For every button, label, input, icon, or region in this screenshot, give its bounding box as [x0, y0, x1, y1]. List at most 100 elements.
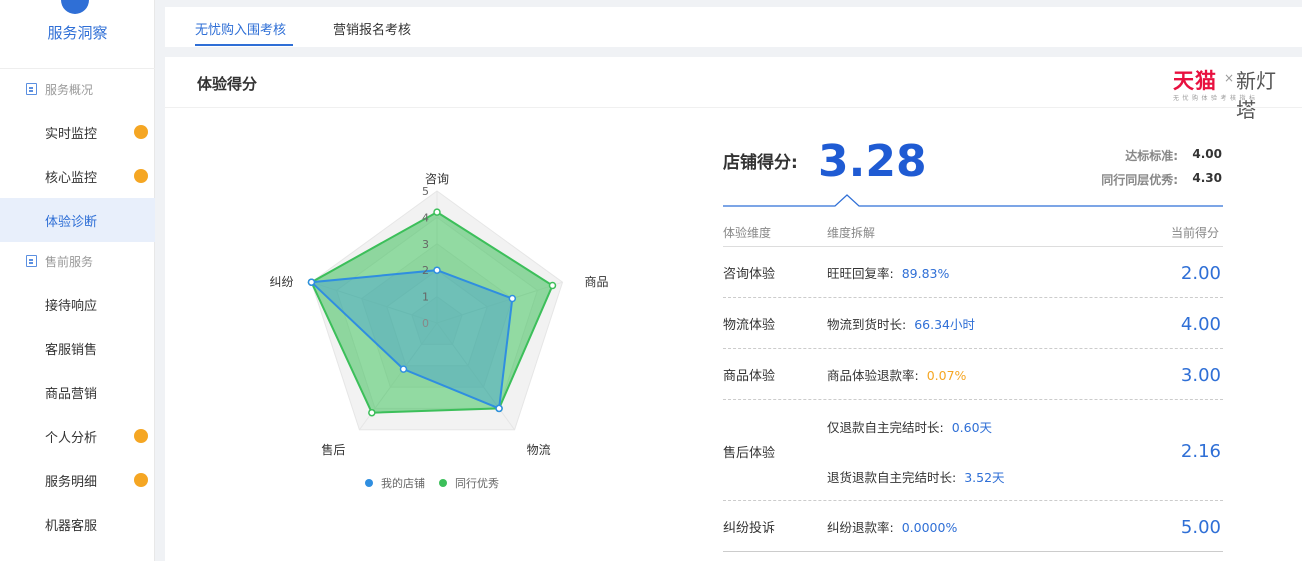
column-header-breakdown: 维度拆解: [827, 226, 876, 240]
sidebar-item-product-marketing[interactable]: 商品营销: [0, 370, 155, 414]
divider: [0, 68, 155, 69]
panel-title: 体验得分: [197, 75, 258, 93]
notification-dot-icon: [134, 429, 148, 443]
radar-tick-label: 4: [422, 211, 429, 224]
table-row: 纠纷投诉 纠纷退款率: 0.0000% 5.00: [723, 501, 1223, 552]
row-dimension: 纠纷投诉: [723, 521, 776, 536]
radar-tick-label: 3: [422, 238, 429, 251]
notification-dot-icon: [134, 473, 148, 487]
standard-score-value: 4.00: [1192, 147, 1222, 161]
divider: [165, 107, 1302, 108]
metric-label: 物流到货时长:: [827, 317, 907, 332]
metric-value: 0.60天: [951, 420, 993, 435]
metric-label: 旺旺回复率:: [827, 266, 894, 281]
row-metric: 物流到货时长: 66.34小时: [827, 314, 975, 333]
sidebar-item-robot-cs[interactable]: 机器客服: [0, 502, 155, 546]
row-metric: 商品体验退款率: 0.07%: [827, 365, 966, 384]
chart-legend: 我的店铺 同行优秀: [365, 475, 513, 491]
tab-wuyougou-assessment[interactable]: 无忧购入围考核: [195, 19, 286, 38]
metric-value: 3.52天: [964, 470, 1005, 485]
radar-data-point: [433, 266, 441, 274]
legend-label: 同行优秀: [455, 477, 499, 490]
row-dimension: 物流体验: [723, 318, 776, 333]
sidebar: 服务洞察 服务概况 实时监控 核心监控 体验诊断 售前服务 接待响应 客服销售 …: [0, 0, 155, 561]
sidebar-item-personal-analysis[interactable]: 个人分析: [0, 414, 155, 458]
standard-score-label: 达标标准:: [1125, 149, 1178, 163]
radar-data-point: [368, 408, 376, 417]
radar-axis-label: 商品: [585, 274, 609, 289]
row-score: 4.00: [1180, 314, 1221, 335]
brand-logo-icon: [61, 0, 89, 14]
column-header-dimension: 体验维度: [723, 226, 772, 240]
store-score-value: 3.28: [818, 136, 927, 187]
row-metric: 退货退款自主完结时长: 3.52天: [827, 467, 1005, 486]
metric-label: 退货退款自主完结时长:: [827, 470, 957, 485]
logo-cross: ×: [1224, 71, 1235, 85]
table-row: 售后体验 仅退款自主完结时长: 0.60天 退货退款自主完结时长: 3.52天 2.…: [723, 400, 1223, 501]
table-header: 体验维度 维度拆解 当前得分: [723, 217, 1223, 247]
logo-tmall-text: 天猫: [1173, 69, 1217, 93]
sidebar-item-label: 实时监控: [45, 126, 98, 142]
sidebar-item-label: 接待响应: [45, 298, 98, 314]
row-dimension: 售后体验: [723, 446, 776, 461]
radar-data-point: [495, 404, 503, 413]
radar-tick-label: 2: [422, 264, 429, 277]
sidebar-item-cs-sales[interactable]: 客服销售: [0, 326, 155, 370]
metric-value: 66.34小时: [914, 317, 976, 332]
notification-dot-icon: [134, 169, 148, 183]
sidebar-item-label: 商品营销: [45, 386, 98, 402]
peer-excellent-score-value: 4.30: [1192, 171, 1222, 185]
radar-data-point: [548, 281, 557, 290]
experience-score-panel: 体验得分 天猫 × 新灯塔 无忧购体验考核指标 0 1 2 3 4 5 咨询 商品 物流 售后 纠纷…: [165, 57, 1302, 561]
sidebar-item-label: 核心监控: [45, 170, 98, 186]
table-row: 物流体验 物流到货时长: 66.34小时 4.00: [723, 298, 1223, 349]
radar-data-point: [508, 294, 517, 303]
menu-group-presale-service: 售前服务: [26, 251, 93, 271]
tmall-lighthouse-logo: 天猫 × 新灯塔 无忧购体验考核指标: [1173, 65, 1288, 122]
sidebar-item-reception-response[interactable]: 接待响应: [0, 282, 155, 326]
metric-value: 0.07%: [926, 368, 967, 383]
sidebar-item-experience-diagnosis[interactable]: 体验诊断: [0, 198, 155, 242]
legend-dot-icon: [365, 479, 373, 487]
sidebar-item-realtime-monitor[interactable]: 实时监控: [0, 110, 155, 154]
active-tab-indicator: [195, 44, 293, 46]
column-header-current-score: 当前得分: [1170, 226, 1219, 240]
sidebar-item-service-details[interactable]: 服务明细: [0, 458, 155, 502]
metric-label: 商品体验退款率:: [827, 368, 919, 383]
metric-value: 0.0000%: [901, 520, 958, 535]
metric-label: 纠纷退款率:: [827, 520, 894, 535]
standard-score-row: 达标标准: 4.00: [1125, 147, 1222, 164]
legend-label: 我的店铺: [381, 477, 425, 490]
building-icon: [26, 83, 37, 95]
legend-item-peer-excellent[interactable]: 同行优秀: [439, 475, 499, 491]
radar-axis-label: 物流: [527, 443, 551, 457]
brand-title: 服务洞察: [47, 24, 108, 42]
metric-label: 仅退款自主完结时长:: [827, 420, 944, 435]
legend-item-my-store[interactable]: 我的店铺: [365, 475, 425, 491]
row-dimension: 咨询体验: [723, 267, 776, 282]
row-dimension: 商品体验: [723, 369, 776, 384]
sidebar-item-label: 机器客服: [45, 518, 98, 534]
radar-axis-label: 售后: [321, 442, 345, 457]
sidebar-item-label: 客服销售: [45, 342, 98, 358]
menu-group-label: 服务概况: [45, 82, 94, 97]
radar-axis-label: 咨询: [425, 171, 449, 186]
row-score: 3.00: [1180, 365, 1221, 386]
logo-subtitle: 无忧购体验考核指标: [1173, 95, 1259, 102]
sidebar-item-core-monitor[interactable]: 核心监控: [0, 154, 155, 198]
sidebar-item-label: 个人分析: [45, 430, 98, 446]
row-score: 2.00: [1180, 263, 1221, 284]
sidebar-item-label: 体验诊断: [45, 214, 98, 230]
table-row: 商品体验 商品体验退款率: 0.07% 3.00: [723, 349, 1223, 400]
building-icon: [26, 255, 37, 267]
score-pointer-line: [723, 194, 1223, 207]
metric-value: 89.83%: [901, 266, 950, 281]
peer-excellent-score-label: 同行同层优秀:: [1101, 173, 1178, 187]
tab-marketing-signup-assessment[interactable]: 营销报名考核: [333, 19, 411, 38]
radar-tick-label: 5: [422, 185, 429, 198]
radar-tick-label: 0: [422, 317, 429, 330]
row-score: 5.00: [1180, 517, 1221, 538]
menu-group-service-overview: 服务概况: [26, 79, 93, 99]
legend-dot-icon: [439, 479, 447, 487]
row-metric: 仅退款自主完结时长: 0.60天: [827, 417, 992, 436]
